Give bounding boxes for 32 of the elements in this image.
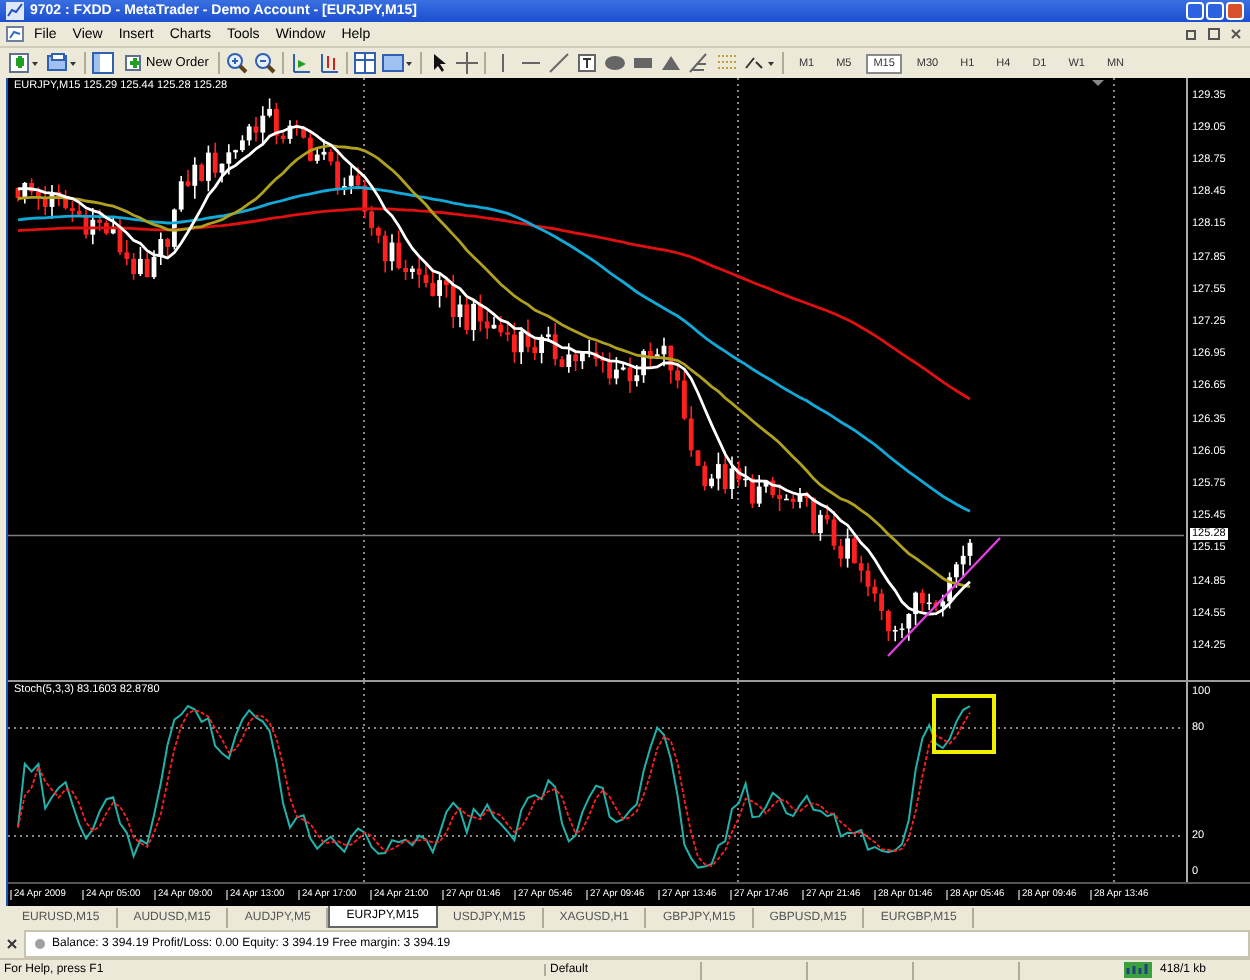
crosshair-icon[interactable] [456, 52, 479, 74]
trendline-icon[interactable] [548, 52, 571, 74]
chart-window-icon [6, 26, 24, 42]
chart-shift-marker-icon[interactable] [1092, 80, 1104, 86]
triangle-icon[interactable] [660, 52, 683, 74]
trendline[interactable] [887, 537, 1001, 657]
maximize-child-button[interactable] [1204, 25, 1222, 43]
templates-icon[interactable] [382, 52, 415, 74]
rectangle-icon[interactable] [632, 52, 655, 74]
account-icon [34, 938, 46, 950]
plus-icon [124, 54, 142, 72]
auto-scroll-icon[interactable] [318, 52, 341, 74]
close-icon[interactable] [6, 938, 18, 950]
close-button[interactable] [1226, 2, 1244, 20]
text-tool-icon[interactable] [576, 52, 599, 74]
new-chart-icon[interactable] [8, 52, 40, 74]
cursor-icon[interactable] [428, 52, 451, 74]
grid-icon[interactable] [354, 52, 377, 74]
profiles-icon[interactable] [46, 52, 78, 74]
chart-shift-icon[interactable] [290, 52, 313, 74]
restore-child-button[interactable] [1182, 25, 1200, 43]
close-child-button[interactable] [1226, 25, 1244, 43]
app-icon [6, 2, 24, 20]
navigator-icon[interactable] [92, 52, 114, 74]
minimize-button[interactable] [1186, 2, 1204, 20]
connection-icon [1124, 962, 1152, 978]
maximize-button[interactable] [1206, 2, 1224, 20]
fibonacci-icon[interactable] [688, 52, 711, 74]
zoom-in-icon[interactable] [226, 52, 249, 74]
ellipse-icon[interactable] [604, 52, 627, 74]
zoom-out-icon[interactable] [254, 52, 277, 74]
highlight-rectangle [932, 694, 996, 754]
